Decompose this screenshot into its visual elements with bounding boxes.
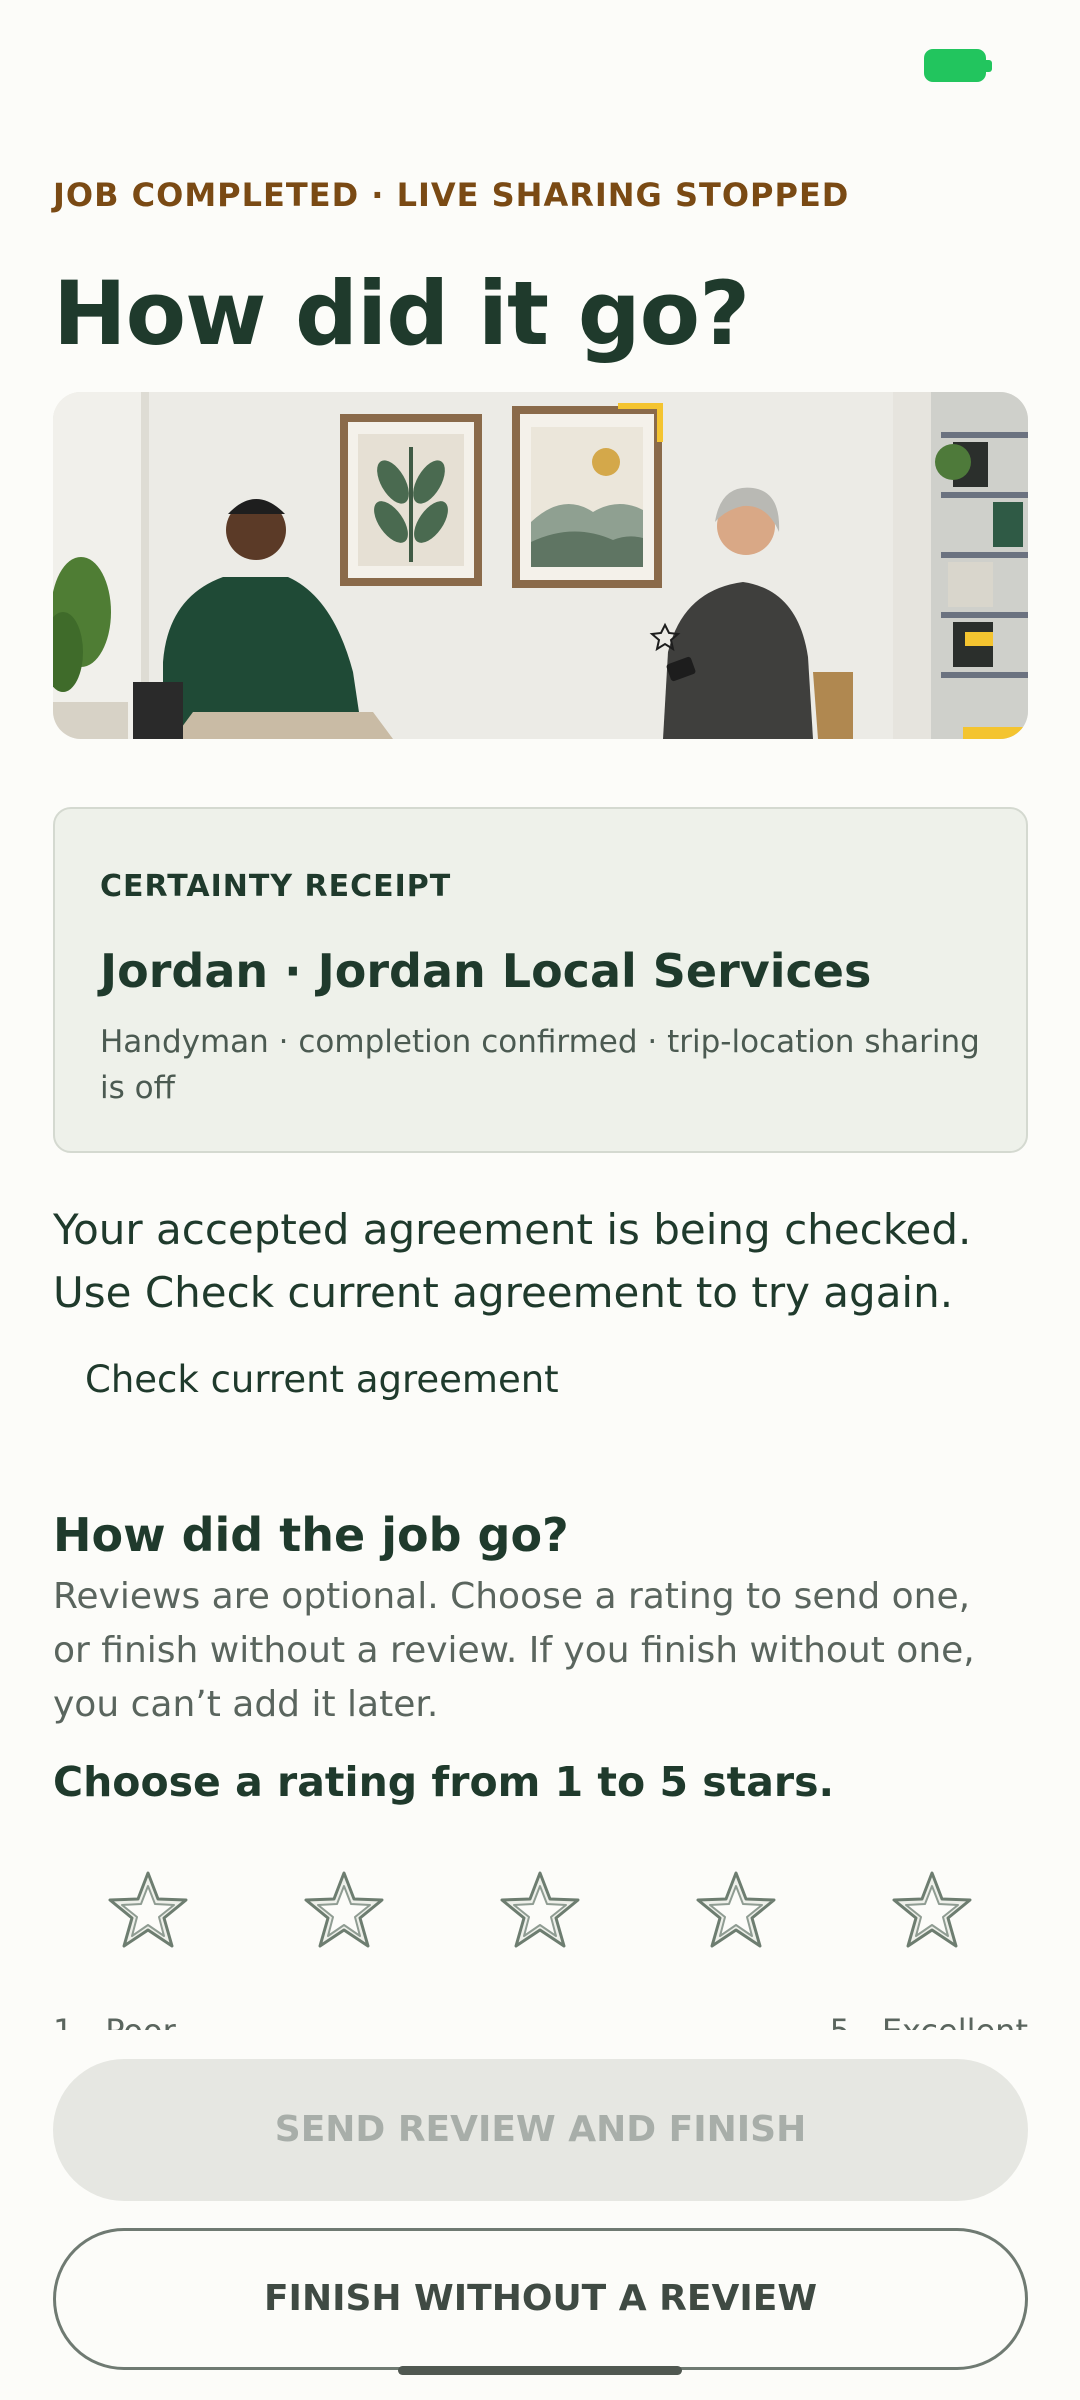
rating-scale-low-label: 1 - Poor [53,2012,176,2032]
rating-star-5[interactable] [890,1868,974,1952]
review-section-title: How did the job go? [53,1508,569,1562]
hero-illustration [53,392,1028,739]
home-indicator[interactable] [398,2366,682,2375]
certainty-receipt-card: CERTAINTY RECEIPT Jordan · Jordan Local … [53,807,1028,1153]
rating-star-2[interactable] [302,1868,386,1952]
check-agreement-link[interactable]: Check current agreement [85,1358,559,1401]
review-section-description: Reviews are optional. Choose a rating to… [53,1576,975,1725]
rating-star-3[interactable] [498,1868,582,1952]
rating-star-4[interactable] [694,1868,778,1952]
send-review-button[interactable]: SEND REVIEW AND FINISH [53,2059,1028,2201]
job-status-eyebrow: JOB COMPLETED · LIVE SHARING STOPPED [53,176,850,214]
receipt-label: CERTAINTY RECEIPT [100,869,452,904]
rating-star-1[interactable] [106,1868,190,1952]
rating-scale-high-label: 5 - Excellent [829,2012,1028,2032]
hero-image [53,392,1028,739]
finish-without-review-button[interactable]: FINISH WITHOUT A REVIEW [53,2228,1028,2370]
rating-scale-labels: 1 - Poor 5 - Excellent [53,2010,1028,2032]
page-title: How did it go? [53,262,750,365]
receipt-detail: Handyman · completion confirmed · trip-l… [100,1024,980,1106]
status-bar [0,0,1080,130]
rating-prompt: Choose a rating from 1 to 5 stars. [53,1758,835,1806]
battery-icon [924,49,992,82]
provider-name: Jordan · Jordan Local Services [100,944,872,998]
agreement-status-message: Your accepted agreement is being checked… [53,1205,972,1317]
